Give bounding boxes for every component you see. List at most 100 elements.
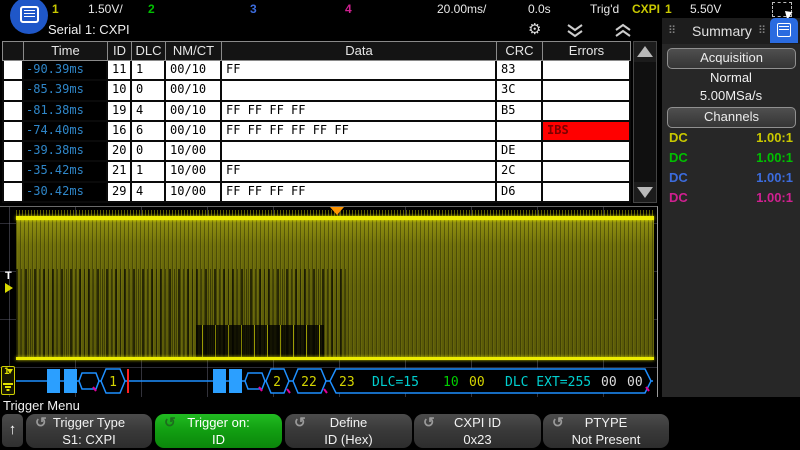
decode-pulse	[64, 369, 77, 393]
channel-2-summary: DC 1.00:1	[669, 150, 793, 170]
waveform-texture	[196, 325, 324, 357]
decode-pulse	[47, 369, 60, 393]
table-row[interactable]: -30.42ms 29 4 10/00 FF FF FF FF D6	[2, 183, 631, 203]
waveform-high-level	[16, 216, 654, 220]
cell-time: -35.42ms	[24, 162, 108, 182]
trigger-level-marker[interactable]: T	[5, 270, 12, 282]
decode-small-frame	[79, 373, 99, 389]
cell-crc: DE	[497, 142, 543, 162]
softkey-trigger-type[interactable]: ↺ Trigger Type S1: CXPI	[26, 414, 152, 448]
cell-time: -30.42ms	[24, 183, 108, 203]
table-row[interactable]: -35.42ms 21 1 10/00 FF 2C	[2, 162, 631, 182]
cell-time: -85.39ms	[24, 81, 108, 101]
waveform-low-level	[16, 357, 654, 360]
channel-4-badge[interactable]: 4	[345, 2, 352, 16]
timebase-readout[interactable]: 20.00ms/	[437, 2, 486, 16]
channel-4-summary: DC 1.00:1	[669, 190, 793, 210]
cell-data	[222, 81, 497, 101]
sidebar-title: Summary	[692, 23, 752, 39]
scroll-up-button[interactable]	[634, 42, 656, 62]
table-scrollbar[interactable]	[633, 41, 657, 203]
trigger-level-readout[interactable]: 5.50V	[690, 2, 721, 16]
cell-nmct: 00/10	[166, 102, 222, 122]
table-row[interactable]: -85.39ms 10 0 00/10 3C	[2, 81, 631, 101]
chevron-double-up-icon[interactable]	[612, 23, 634, 39]
decode-data-byte: 00	[469, 375, 485, 390]
sample-rate: 5.00MSa/s	[662, 88, 800, 103]
menu-back-button[interactable]: ↑	[2, 414, 23, 447]
softkey-ptype[interactable]: ↺ PTYPE Not Present	[543, 414, 669, 448]
cell-id: 21	[108, 162, 132, 182]
header-spacer	[2, 41, 24, 61]
gear-icon[interactable]: ⚙	[528, 20, 541, 38]
header-data: Data	[222, 41, 497, 61]
softkey-define[interactable]: ↺ Define ID (Hex)	[285, 414, 412, 448]
table-row[interactable]: -81.38ms 19 4 00/10 FF FF FF FF B5	[2, 102, 631, 122]
channel-1-scale[interactable]: 1.50V/	[88, 2, 123, 16]
cell-data	[222, 142, 497, 162]
cell-nmct: 00/10	[166, 122, 222, 142]
decode-id-2: 2	[273, 375, 281, 390]
softkey-menu: Trigger Menu ↑ ↺ Trigger Type S1: CXPI ↺…	[0, 397, 800, 450]
cell-crc: D6	[497, 183, 543, 203]
menu-title: Trigger Menu	[3, 398, 80, 413]
cell-dlc: 0	[132, 81, 166, 101]
parity-tick	[324, 389, 327, 393]
cell-dlc: 6	[132, 122, 166, 142]
delay-readout[interactable]: 0.0s	[528, 2, 551, 16]
channels-button[interactable]: Channels	[667, 107, 796, 128]
cell-nmct: 10/00	[166, 142, 222, 162]
cell-id: 11	[108, 61, 132, 81]
sidebar-menu-tab[interactable]	[770, 18, 798, 43]
cell-nmct: 10/00	[166, 162, 222, 182]
top-status-bar: 1 1.50V/ 2 3 4 20.00ms/ 0.0s Trig'd CXPI…	[0, 0, 800, 18]
decode-small-frame	[245, 373, 265, 389]
acquisition-mode: Normal	[662, 70, 800, 85]
sidebar-header[interactable]: ⠿ Summary ⠿	[662, 18, 800, 44]
header-errors: Errors	[543, 41, 631, 61]
trigger-source-label[interactable]: CXPI	[632, 2, 660, 16]
trigger-status: Trig'd	[590, 2, 619, 16]
cell-dlc: 1	[132, 162, 166, 182]
softkey-trigger-on[interactable]: ↺ Trigger on: ID	[155, 414, 282, 448]
channel-3-badge[interactable]: 3	[250, 2, 257, 16]
serial-lister-panel: Serial 1: CXPI ⚙ Time ID DLC NM/CT Data …	[0, 18, 660, 206]
cell-nmct: 00/10	[166, 81, 222, 101]
cell-data: FF FF FF FF FF FF	[222, 122, 497, 142]
table-row[interactable]: -74.40ms 16 6 00/10 FF FF FF FF FF FF IB…	[2, 122, 631, 142]
acquisition-button[interactable]: Acquisition	[667, 48, 796, 69]
softkey-cxpi-id[interactable]: ↺ CXPI ID 0x23	[414, 414, 541, 448]
table-row[interactable]: -90.39ms 11 1 00/10 FF 83	[2, 61, 631, 81]
waveform-display[interactable]: T 1 2 22 23 DLC=15 10 00 DL	[0, 206, 658, 397]
serial-panel-title: Serial 1: CXPI	[48, 22, 130, 37]
arrow-down-icon	[637, 187, 653, 198]
trigger-time-marker[interactable]	[330, 207, 344, 215]
grip-dots-icon: ⠿	[668, 24, 675, 37]
decode-table: Time ID DLC NM/CT Data CRC Errors -90.39…	[2, 41, 631, 203]
header-id: ID	[108, 41, 132, 61]
channel-1-summary: DC 1.00:1	[669, 130, 793, 150]
cell-errors	[543, 142, 631, 162]
decode-counter: 22	[301, 375, 317, 390]
chevron-double-down-icon[interactable]	[564, 23, 586, 39]
table-header-row: Time ID DLC NM/CT Data CRC Errors	[2, 41, 631, 61]
cell-dlc: 1	[132, 61, 166, 81]
cell-data: FF FF FF FF	[222, 102, 497, 122]
cell-nmct: 10/00	[166, 183, 222, 203]
header-dlc: DLC	[132, 41, 166, 61]
grip-dots-icon: ⠿	[758, 24, 765, 37]
channel-1-badge[interactable]: 1	[52, 2, 59, 16]
selection-tool-icon[interactable]	[772, 2, 792, 17]
cell-nmct: 00/10	[166, 61, 222, 81]
cell-time: -39.38ms	[24, 142, 108, 162]
cell-crc: 2C	[497, 162, 543, 182]
cell-errors	[543, 183, 631, 203]
trigger-source-num[interactable]: 1	[665, 2, 672, 16]
bus-1-badge[interactable]: 1	[1, 366, 15, 395]
channel-2-badge[interactable]: 2	[148, 2, 155, 16]
cell-crc: 3C	[497, 81, 543, 101]
table-row[interactable]: -39.38ms 20 0 10/00 DE	[2, 142, 631, 162]
scroll-down-button[interactable]	[634, 182, 656, 202]
cell-errors	[543, 102, 631, 122]
decode-id-1: 1	[109, 375, 117, 390]
